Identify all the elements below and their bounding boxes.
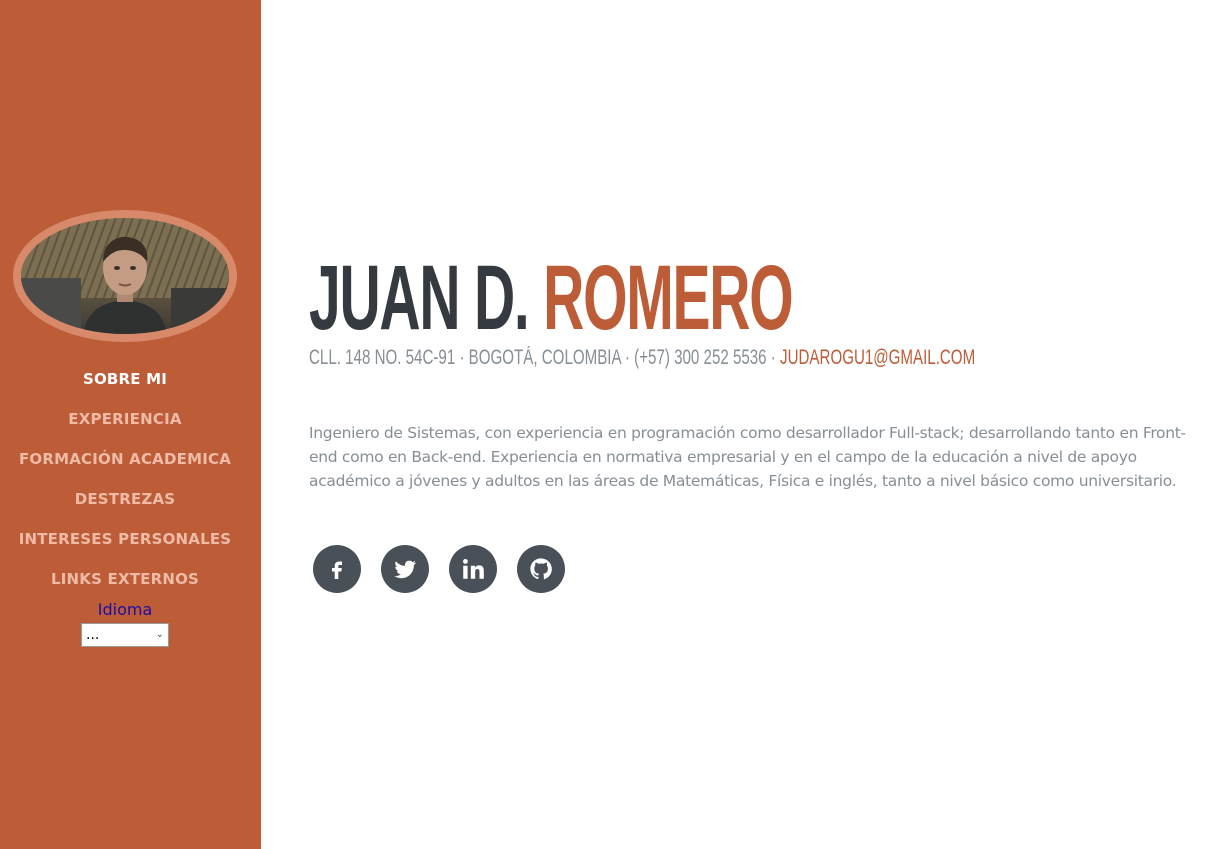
sidebar: SOBRE MI EXPERIENCIA FORMACIÓN ACADEMICA…: [0, 0, 261, 849]
nav-item-destrezas[interactable]: DESTREZAS: [0, 486, 250, 526]
language-label: Idioma: [97, 600, 153, 619]
last-name: ROMERO: [543, 247, 793, 349]
nav-item-sobre-mi[interactable]: SOBRE MI: [0, 366, 250, 406]
address-text: CLL. 148 NO. 54C-91 · BOGOTÁ, COLOMBIA ·…: [309, 346, 781, 369]
main-content: JUAN D. ROMERO CLL. 148 NO. 54C-91 · BOG…: [309, 0, 1189, 849]
page-title: JUAN D. ROMERO: [309, 252, 794, 344]
nav-item-formacion-academica[interactable]: FORMACIÓN ACADEMICA: [0, 446, 250, 486]
linkedin-icon: [463, 559, 484, 579]
nav-item-experiencia[interactable]: EXPERIENCIA: [0, 406, 250, 446]
facebook-icon: [332, 561, 342, 579]
nav-item-intereses-personales[interactable]: INTERESES PERSONALES: [0, 526, 250, 566]
social-links: [313, 545, 565, 593]
bio-text: Ingeniero de Sistemas, con experiencia e…: [309, 424, 1186, 490]
profile-photo: [21, 218, 229, 334]
chevron-down-icon: ⌄: [155, 629, 164, 640]
github-link[interactable]: [517, 545, 565, 593]
contact-info: CLL. 148 NO. 54C-91 · BOGOTÁ, COLOMBIA ·…: [309, 346, 975, 370]
twitter-link[interactable]: [381, 545, 429, 593]
github-icon: [530, 558, 552, 580]
language-select-value: ...: [86, 627, 100, 643]
twitter-icon: [394, 560, 417, 579]
profile-photo-frame: [13, 210, 237, 342]
email-link[interactable]: JUDAROGU1@GMAIL.COM: [780, 346, 975, 369]
language-select[interactable]: ... ⌄: [81, 623, 169, 647]
linkedin-link[interactable]: [449, 545, 497, 593]
first-name: JUAN D.: [309, 247, 530, 349]
facebook-link[interactable]: [313, 545, 361, 593]
main-navigation: SOBRE MI EXPERIENCIA FORMACIÓN ACADEMICA…: [0, 366, 250, 606]
